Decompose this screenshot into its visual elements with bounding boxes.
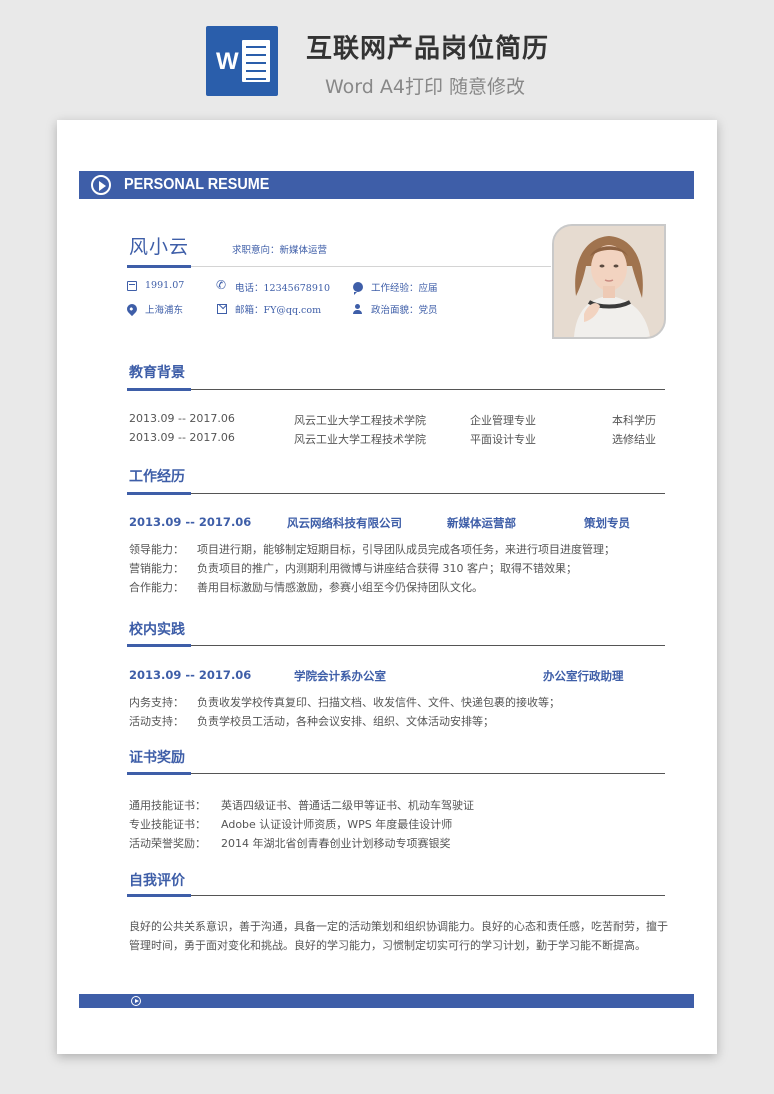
- cert-item-label: 通用技能证书：: [129, 799, 206, 812]
- word-logo-icon: W: [206, 26, 278, 96]
- cert-item-label: 活动荣誉奖励：: [129, 837, 206, 850]
- work-item: 合作能力： 善用目标激励与情感激励，参赛小组至今仍保持团队文化。: [129, 579, 483, 595]
- political-status: 政治面貌：党员: [371, 305, 438, 316]
- campus-period: 2013.09 -- 2017.06: [129, 668, 252, 682]
- campus-item: 内务支持： 负责收发学校传真复印、扫描文档、收发信件、文件、快递包裹的接收等；: [129, 694, 560, 710]
- work-department: 新媒体运营部: [447, 516, 516, 530]
- campus-org: 学院会计系办公室: [294, 669, 386, 683]
- birth-info: 1991.07: [127, 280, 184, 291]
- phone-info: 电话：12345678910: [216, 278, 330, 294]
- cert-item-label: 专业技能证书：: [129, 818, 206, 831]
- education-degree: 本科学历: [612, 414, 656, 427]
- education-school: 风云工业大学工程技术学院: [294, 433, 426, 446]
- work-item: 领导能力： 项目进行期，能够制定短期目标，引导团队成员完成各项任务，来进行项目进度…: [129, 541, 615, 557]
- work-experience: 工作经验：应届: [371, 283, 438, 294]
- work-item-label: 领导能力：: [129, 543, 184, 556]
- promo-subtitle: Word A4打印 随意修改: [325, 76, 526, 98]
- resume-page: PERSONAL RESUME 风小云 求职意向：新媒体运营 1991.07 电…: [57, 120, 717, 1054]
- job-objective: 求职意向：新媒体运营: [232, 245, 328, 256]
- campus-item: 活动支持： 负责学校员工活动，各种会议安排、组织、文体活动安排等；: [129, 713, 494, 729]
- work-item-label: 营销能力：: [129, 562, 184, 575]
- work-divider: [127, 493, 665, 494]
- work-section-title: 工作经历: [129, 469, 185, 485]
- banner-title: PERSONAL RESUME: [124, 176, 270, 193]
- work-company: 风云网络科技有限公司: [287, 516, 402, 530]
- campus-underline: [127, 644, 191, 647]
- location-pin-icon: [124, 301, 140, 317]
- self-eval-text: 良好的公共关系意识，善于沟通，具备一定的活动策划和组织协调能力。良好的心态和责任…: [129, 920, 668, 952]
- education-period: 2013.09 -- 2017.06: [129, 431, 235, 444]
- promo-header: W 互联网产品岗位简历 Word A4打印 随意修改: [0, 0, 774, 118]
- phone-number: 电话：12345678910: [235, 283, 330, 294]
- self-eval-underline: [127, 894, 191, 897]
- location-info: 上海浦东: [124, 301, 184, 317]
- campus-item-text: 负责收发学校传真复印、扫描文档、收发信件、文件、快递包裹的接收等；: [197, 696, 560, 709]
- education-period: 2013.09 -- 2017.06: [129, 412, 235, 425]
- certs-section-title: 证书奖励: [129, 750, 185, 766]
- email-info: 邮箱：FY@qq.com: [217, 302, 321, 316]
- cert-item: 专业技能证书： Adobe 认证设计师资质，WPS 年度最佳设计师: [129, 816, 452, 832]
- candidate-name: 风小云: [129, 236, 190, 258]
- cert-item-text: Adobe 认证设计师资质，WPS 年度最佳设计师: [221, 818, 453, 831]
- experience-info: 工作经验：应届: [353, 280, 438, 295]
- certs-underline: [127, 772, 191, 775]
- work-item: 营销能力： 负责项目的推广，内测期利用微博与讲座结合获得 310 客户；取得不错效…: [129, 560, 577, 576]
- campus-divider: [127, 645, 665, 646]
- campus-item-label: 内务支持：: [129, 696, 184, 709]
- campus-section-title: 校内实践: [129, 622, 185, 638]
- location: 上海浦东: [145, 305, 184, 316]
- mail-icon: [217, 304, 227, 314]
- footer-bar: [79, 994, 694, 1008]
- education-underline: [127, 388, 191, 391]
- education-divider: [127, 389, 665, 390]
- work-header-row: 2013.09 -- 2017.06 风云网络科技有限公司 新媒体运营部 策划专…: [129, 515, 659, 531]
- work-position: 策划专员: [584, 516, 630, 530]
- campus-item-text: 负责学校员工活动，各种会议安排、组织、文体活动安排等；: [197, 715, 494, 728]
- cert-item: 活动荣誉奖励： 2014 年湖北省创青春创业计划移动专项赛银奖: [129, 835, 451, 851]
- education-school: 风云工业大学工程技术学院: [294, 414, 426, 427]
- birth-date: 1991.07: [145, 280, 185, 291]
- work-item-label: 合作能力：: [129, 581, 184, 594]
- work-period: 2013.09 -- 2017.06: [129, 515, 252, 529]
- political-info: 政治面貌：党员: [353, 302, 438, 316]
- campus-position: 办公室行政助理: [543, 669, 624, 683]
- work-item-text: 负责项目的推广，内测期利用微博与讲座结合获得 310 客户；取得不错效果；: [197, 562, 577, 575]
- promo-title: 互联网产品岗位简历: [306, 34, 550, 64]
- education-degree: 选修结业: [612, 433, 656, 446]
- work-item-text: 善用目标激励与情感激励，参赛小组至今仍保持团队文化。: [197, 581, 483, 594]
- play-circle-icon: [131, 996, 141, 1006]
- cert-item-text: 2014 年湖北省创青春创业计划移动专项赛银奖: [221, 837, 451, 850]
- education-major: 企业管理专业: [470, 414, 536, 427]
- work-underline: [127, 492, 191, 495]
- education-row: 2013.09 -- 2017.06 风云工业大学工程技术学院 企业管理专业 本…: [129, 412, 659, 428]
- name-underline: [127, 265, 191, 268]
- campus-header-row: 2013.09 -- 2017.06 学院会计系办公室 办公室行政助理: [129, 668, 659, 684]
- education-row: 2013.09 -- 2017.06 风云工业大学工程技术学院 平面设计专业 选…: [129, 431, 659, 447]
- self-eval-section-title: 自我评价: [129, 873, 185, 889]
- self-eval-divider: [127, 895, 665, 896]
- certs-divider: [127, 773, 665, 774]
- education-section-title: 教育背景: [129, 365, 185, 381]
- play-circle-icon: [91, 175, 111, 195]
- resume-banner: PERSONAL RESUME: [79, 171, 694, 199]
- campus-item-label: 活动支持：: [129, 715, 184, 728]
- person-icon: [353, 304, 363, 314]
- email-address: 邮箱：FY@qq.com: [235, 305, 322, 316]
- cert-item: 通用技能证书： 英语四级证书、普通话二级甲等证书、机动车驾驶证: [129, 797, 474, 813]
- calendar-icon: [127, 280, 137, 291]
- education-major: 平面设计专业: [470, 433, 536, 446]
- work-item-text: 项目进行期，能够制定短期目标，引导团队成员完成各项任务，来进行项目进度管理；: [197, 543, 615, 556]
- document-lines-icon: [242, 40, 270, 82]
- portrait-image: [554, 226, 664, 337]
- word-logo-letter: W: [216, 48, 239, 75]
- chat-bubble-icon: [353, 282, 363, 295]
- cert-item-text: 英语四级证书、普通话二级甲等证书、机动车驾驶证: [221, 799, 474, 812]
- phone-icon: [216, 278, 227, 292]
- profile-photo: [552, 224, 666, 339]
